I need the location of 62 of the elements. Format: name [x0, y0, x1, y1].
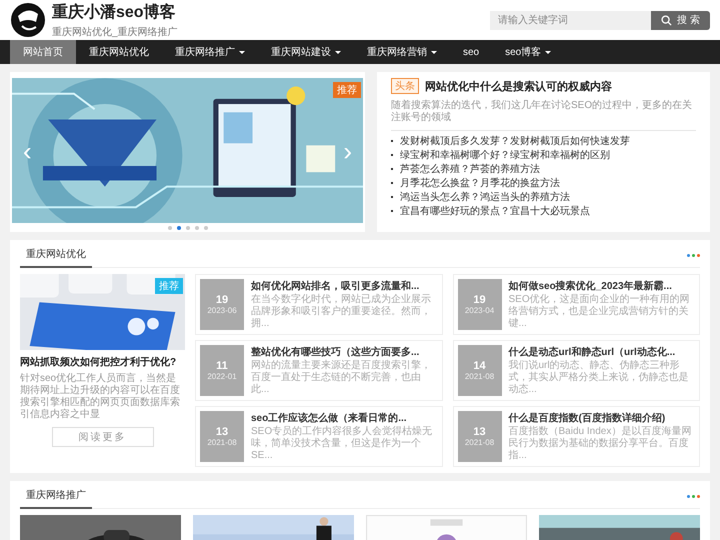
search-icon: [661, 14, 672, 26]
pagination-dot[interactable]: [204, 226, 208, 230]
search-button[interactable]: 搜 索: [651, 10, 710, 30]
date-day: 13: [216, 426, 228, 438]
nav-tab[interactable]: seo博客: [492, 40, 564, 64]
article-card[interactable]: 19 2023-06 如何优化网站排名，吸引更多流量和... 在当今数字化时代，网站已成为企业展示品牌形象和吸引客户的重要途径。然而，拥...: [195, 274, 442, 335]
headline-summary: 随着搜索算法的迭代，我们这几年在讨论SEO的过程中，更多的在关注账号的领域: [391, 100, 694, 124]
article-link[interactable]: 芦荟怎么养殖？芦荟的养殖方法: [400, 162, 540, 176]
article-title[interactable]: 什么是动态url和静态url（url动态化...: [508, 345, 695, 359]
date-month: 2023-04: [464, 306, 494, 315]
nav-tab[interactable]: 重庆网络营销: [354, 40, 450, 64]
nav-tab[interactable]: 网站首页: [10, 40, 76, 64]
article-summary: 百度指数（Baidu Index）是以百度海量网民行为数据为基础的数据分享平台。百度指...: [508, 426, 692, 462]
article-card[interactable]: 11 2022-01 整站优化有哪些技巧（这些方面要多... 网站的流量主要来源还是百度搜索引擎，百度一直处于生态链的不断完善，也由此...: [195, 340, 442, 401]
date-day: 14: [473, 360, 486, 372]
section-title[interactable]: 重庆网络推广: [20, 485, 92, 509]
article-summary: 网站的流量主要来源还是百度搜索引擎，百度一直处于生态链的不断完善，也由此...: [251, 360, 432, 396]
article-summary: 在当今数字化时代，网站已成为企业展示品牌形象和吸引客户的重要途径。然而，拥...: [251, 294, 432, 330]
article-summary: SEO优化，这是面向企业的一种有用的网络营销方式，也是企业完成营销方针的关键...: [508, 294, 691, 330]
nav-tab[interactable]: seo: [450, 40, 492, 64]
pagination-dot[interactable]: [186, 226, 190, 230]
date-day: 19: [216, 294, 228, 306]
tag: 头条: [391, 78, 419, 94]
article-title[interactable]: 网站抓取频次如何把控才利于优化?: [20, 355, 185, 369]
headline-title[interactable]: 网站优化中什么是搜索认可的权威内容: [425, 78, 612, 94]
article-card[interactable]: 13 2021-08 什么是百度指数(百度指数详细介绍) 百度指数（Baidu Index）是以百度海量网民行为数据为基础的数据分享平台。百度指...: [452, 406, 700, 467]
article-summary: SEO专员的工作内容很多人会觉得枯燥无味，简单没技术含量，但这是作为一个SE...: [251, 426, 434, 462]
section-title[interactable]: 重庆网站优化: [20, 244, 92, 268]
article-title[interactable]: 整站优化有哪些技巧（这些方面要多...: [251, 345, 438, 359]
article-link[interactable]: 发财树截顶后多久发芽？发财树截顶后如何快速发芽: [400, 134, 630, 148]
date-day: 19: [473, 294, 486, 306]
date-month: 2021-08: [464, 372, 494, 381]
site-subtitle: 重庆网站优化_重庆网络推广: [52, 26, 178, 38]
site-title[interactable]: 重庆小潘seo博客: [52, 2, 178, 22]
article-link[interactable]: 鸿运当头怎么养？鸿运当头的养殖方法: [400, 190, 570, 204]
nav-tab[interactable]: 重庆网络推广: [162, 40, 258, 64]
article-link[interactable]: 绿宝树和幸福树哪个好？绿宝树和幸福树的区别: [400, 148, 610, 162]
article-title[interactable]: 如何做seo搜索优化_2023年最新霸...: [508, 279, 695, 293]
date-month: 2021-08: [464, 438, 494, 447]
date-month: 2023-06: [207, 306, 237, 315]
pagination-dot[interactable]: [168, 226, 172, 230]
article-summary: 我们说url的动态、静态、伪静态三种形式，其实从严格分类上来说，伪静态也是动态...: [508, 360, 690, 396]
date-day: 13: [473, 426, 486, 438]
article-summary: 针对seo优化工作人员而言，当然是期待网址上边升级的内容可以在百度搜索引擎相匹配的网页页面数据库索引信息内容之中显: [20, 373, 181, 421]
article-card[interactable]: 13 2021-08 seo工作应该怎么做（来看日常的... SEO专员的工作内容很多人会觉得枯燥无味，简单没技术含量，但这是作为一个SE...: [195, 406, 442, 467]
pagination-dot[interactable]: [176, 226, 180, 230]
pagination-dot[interactable]: [194, 226, 198, 230]
article-title[interactable]: seo工作应该怎么做（来看日常的...: [251, 411, 438, 425]
date-month: 2022-01: [207, 372, 237, 381]
badge: 推荐: [155, 278, 183, 294]
nav-tab[interactable]: 重庆网站建设: [258, 40, 354, 64]
article-link[interactable]: 月季花怎么换盆？月季花的换盆方法: [400, 176, 560, 190]
date-month: 2021-08: [207, 438, 237, 447]
article-card[interactable]: 14 2021-08 什么是动态url和静态url（url动态化... 我们说url的动态、静态、伪静态三种形式，其实从严格分类上来说，伪静态也是动态...: [452, 340, 700, 401]
article-card[interactable]: 19 2023-04 如何做seo搜索优化_2023年最新霸... SEO优化，这是面向企业的一种有用的网络营销方式，也是企业完成营销方针的关键...: [452, 274, 700, 335]
article-title[interactable]: 如何优化网站排名，吸引更多流量和...: [251, 279, 438, 293]
article-title[interactable]: 什么是百度指数(百度指数详细介绍): [508, 411, 695, 425]
article-link[interactable]: 宜昌有哪些好玩的景点？宜昌十大必玩景点: [400, 204, 590, 218]
nav-tab[interactable]: 重庆网站优化: [76, 40, 162, 64]
search-field[interactable]: 请输入关键字词: [490, 10, 652, 30]
badge: 推荐: [333, 82, 361, 98]
date-day: 11: [216, 360, 228, 372]
